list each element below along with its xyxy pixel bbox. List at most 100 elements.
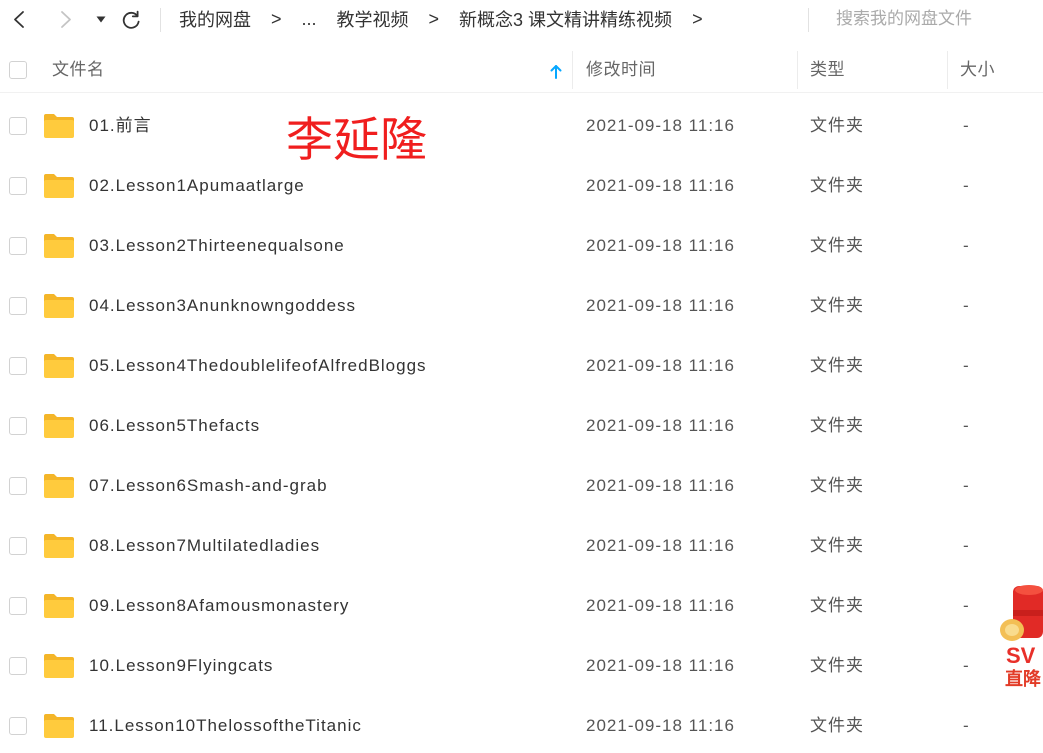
modified-time: 2021-09-18 11:16: [586, 716, 735, 735]
crumb-separator[interactable]: >: [692, 9, 703, 30]
file-name[interactable]: 11.Lesson10ThelossoftheTitanic: [89, 699, 362, 753]
file-table-header: 文件名 修改时间 类型 大小: [0, 48, 1043, 93]
modified-time: 2021-09-18 11:16: [586, 356, 735, 375]
folder-row[interactable]: 01.前言 2021-09-18 11:16 文件夹 -: [0, 93, 1043, 153]
folder-row[interactable]: 03.Lesson2Thirteenequalsone 2021-09-18 1…: [0, 213, 1043, 273]
modified-time: 2021-09-18 11:16: [586, 236, 735, 255]
folder-row[interactable]: 07.Lesson6Smash-and-grab 2021-09-18 11:1…: [0, 453, 1043, 513]
file-size: -: [963, 356, 970, 375]
modified-time: 2021-09-18 11:16: [586, 296, 735, 315]
file-name[interactable]: 03.Lesson2Thirteenequalsone: [89, 219, 345, 273]
promo-discount-label: 直降: [1005, 669, 1041, 689]
row-checkbox[interactable]: [9, 417, 27, 435]
refresh-icon: [122, 10, 140, 29]
column-divider[interactable]: [797, 51, 798, 89]
folder-row[interactable]: 05.Lesson4ThedoublelifeofAlfredBloggs 20…: [0, 333, 1043, 393]
refresh-button[interactable]: [120, 9, 142, 31]
modified-time: 2021-09-18 11:16: [586, 536, 735, 555]
folder-row[interactable]: 02.Lesson1Apumaatlarge 2021-09-18 11:16 …: [0, 153, 1043, 213]
crumb-separator[interactable]: >: [271, 9, 282, 30]
search-divider: [808, 8, 809, 32]
search-input[interactable]: [836, 4, 1031, 34]
folder-row[interactable]: 04.Lesson3Anunknowngoddess 2021-09-18 11…: [0, 273, 1043, 333]
crumb-current-folder[interactable]: 新概念3 课文精讲精练视频: [459, 6, 672, 32]
folder-icon: [43, 413, 75, 439]
caret-down-icon: [96, 16, 106, 23]
chevron-left-icon: [14, 11, 24, 28]
chevron-right-icon: [61, 11, 71, 28]
row-checkbox[interactable]: [9, 297, 27, 315]
column-header-type[interactable]: 类型: [810, 48, 845, 92]
folder-icon: [43, 653, 75, 679]
modified-time: 2021-09-18 11:16: [586, 476, 735, 495]
folder-row[interactable]: 11.Lesson10ThelossoftheTitanic 2021-09-1…: [0, 693, 1043, 753]
file-name[interactable]: 07.Lesson6Smash-and-grab: [89, 459, 328, 513]
folder-icon: [43, 713, 75, 739]
breadcrumb: 我的网盘 > ... 教学视频 > 新概念3 课文精讲精练视频 >: [179, 0, 703, 38]
back-button[interactable]: [12, 8, 28, 32]
file-size: -: [963, 716, 970, 735]
modified-time: 2021-09-18 11:16: [586, 656, 735, 675]
file-name[interactable]: 08.Lesson7Multilatedladies: [89, 519, 320, 573]
file-type: 文件夹: [810, 716, 864, 735]
file-size: -: [963, 476, 970, 495]
file-size: -: [963, 416, 970, 435]
crumb-separator[interactable]: >: [429, 9, 440, 30]
promo-badge[interactable]: SV 直降: [998, 580, 1043, 692]
crumb-teaching-videos[interactable]: 教学视频: [337, 6, 409, 32]
navigation-bar: 我的网盘 > ... 教学视频 > 新概念3 课文精讲精练视频 >: [0, 0, 1043, 40]
history-dropdown-button[interactable]: [95, 15, 107, 24]
row-checkbox[interactable]: [9, 477, 27, 495]
folder-row[interactable]: 09.Lesson8Afamousmonastery 2021-09-18 11…: [0, 573, 1043, 633]
row-checkbox[interactable]: [9, 177, 27, 195]
folder-row[interactable]: 10.Lesson9Flyingcats 2021-09-18 11:16 文件…: [0, 633, 1043, 693]
folder-row[interactable]: 08.Lesson7Multilatedladies 2021-09-18 11…: [0, 513, 1043, 573]
row-checkbox[interactable]: [9, 237, 27, 255]
column-header-name[interactable]: 文件名: [52, 48, 105, 92]
sort-button[interactable]: [550, 64, 562, 79]
column-divider[interactable]: [947, 51, 948, 89]
row-checkbox[interactable]: [9, 717, 27, 735]
row-checkbox[interactable]: [9, 357, 27, 375]
toolbar-divider: [160, 8, 161, 32]
file-name[interactable]: 01.前言: [89, 99, 152, 153]
folder-icon: [43, 593, 75, 619]
folder-icon: [43, 353, 75, 379]
modified-time: 2021-09-18 11:16: [586, 416, 735, 435]
row-checkbox[interactable]: [9, 657, 27, 675]
file-type: 文件夹: [810, 656, 864, 675]
column-header-modified[interactable]: 修改时间: [586, 48, 656, 92]
modified-time: 2021-09-18 11:16: [586, 176, 735, 195]
folder-icon: [43, 113, 75, 139]
file-type: 文件夹: [810, 296, 864, 315]
promo-label: SV: [1006, 643, 1036, 668]
file-size: -: [963, 536, 970, 555]
watermark-text: 李延隆: [286, 113, 427, 166]
file-name[interactable]: 10.Lesson9Flyingcats: [89, 639, 273, 693]
file-name[interactable]: 04.Lesson3Anunknowngoddess: [89, 279, 356, 333]
row-checkbox[interactable]: [9, 537, 27, 555]
file-type: 文件夹: [810, 476, 864, 495]
row-checkbox[interactable]: [9, 117, 27, 135]
crumb-ellipsis[interactable]: ...: [302, 9, 317, 30]
file-name[interactable]: 02.Lesson1Apumaatlarge: [89, 159, 305, 213]
modified-time: 2021-09-18 11:16: [586, 596, 735, 615]
file-list: 01.前言 2021-09-18 11:16 文件夹 - 02.Lesson1A…: [0, 93, 1043, 753]
file-name[interactable]: 06.Lesson5Thefacts: [89, 399, 260, 453]
file-size: -: [963, 296, 970, 315]
forward-button[interactable]: [58, 8, 74, 32]
file-name[interactable]: 05.Lesson4ThedoublelifeofAlfredBloggs: [89, 339, 427, 393]
column-header-size[interactable]: 大小: [960, 48, 995, 92]
file-type: 文件夹: [810, 116, 864, 135]
folder-icon: [43, 173, 75, 199]
file-type: 文件夹: [810, 236, 864, 255]
crumb-my-netdisk[interactable]: 我的网盘: [179, 6, 251, 32]
file-name[interactable]: 09.Lesson8Afamousmonastery: [89, 579, 349, 633]
select-all-checkbox[interactable]: [9, 61, 27, 79]
file-size: -: [963, 596, 970, 615]
modified-time: 2021-09-18 11:16: [586, 116, 735, 135]
file-size: -: [963, 656, 970, 675]
row-checkbox[interactable]: [9, 597, 27, 615]
column-divider[interactable]: [572, 51, 573, 89]
folder-row[interactable]: 06.Lesson5Thefacts 2021-09-18 11:16 文件夹 …: [0, 393, 1043, 453]
